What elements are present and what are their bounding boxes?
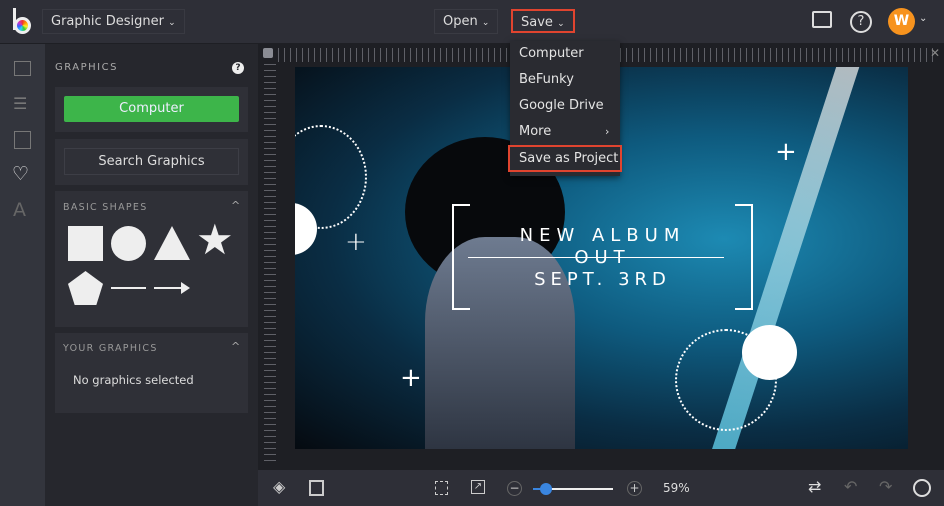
empty-message: No graphics selected [73,373,194,387]
headline-line1[interactable]: NEW ALBUM [465,225,740,246]
collapse-icon[interactable]: ^ [231,199,240,212]
image-icon[interactable] [14,61,31,76]
plus-icon: + [345,227,367,257]
undo-icon[interactable]: ↶ [844,477,857,496]
save-button[interactable]: Save ⌄ [511,9,575,33]
search-card: Search Graphics [55,139,248,185]
menu-item-computer[interactable]: Computer [519,46,584,61]
search-graphics-button[interactable]: Search Graphics [64,148,239,175]
close-icon[interactable]: ✕ [930,46,940,60]
layout-icon[interactable] [14,131,31,149]
your-graphics-section: YOUR GRAPHICS ^ No graphics selected [55,333,248,413]
arrow-head [181,282,190,294]
open-button[interactable]: Open ⌄ [434,9,499,34]
avatar[interactable]: W [888,8,915,35]
comments-icon[interactable] [812,11,832,28]
square-shape[interactable] [68,226,103,261]
menu-item-google-drive[interactable]: Google Drive [519,98,604,113]
plus-icon: + [400,363,422,393]
chevron-right-icon: › [605,125,610,138]
triangle-shape[interactable] [154,226,190,260]
expand-icon[interactable]: ↗ [471,480,485,494]
pentagon-shape[interactable] [68,271,103,305]
mode-dropdown[interactable]: Graphic Designer ⌄ [42,9,185,34]
section-title: YOUR GRAPHICS [63,343,158,354]
section-title: BASIC SHAPES [63,202,148,213]
befunky-logo[interactable] [12,8,34,34]
swap-icon[interactable]: ⇄ [808,477,821,496]
redo-icon[interactable]: ↷ [879,477,892,496]
chevron-down-icon: ⌄ [557,19,565,29]
menu-item-save-as-project[interactable]: Save as Project [508,145,622,172]
star-shape[interactable]: ★ [196,219,234,261]
menu-item-label: Save as Project [519,151,619,166]
tool-rail: ☰ ♡ A [0,44,45,506]
fit-screen-icon[interactable] [435,481,448,495]
help-icon[interactable]: ? [232,62,244,74]
computer-upload-button[interactable]: Computer [64,96,239,122]
bottom-toolbar: ◈ ↗ − + 59% ⇄ ↶ ↷ [258,470,944,506]
zoom-in-button[interactable]: + [627,481,642,496]
open-label: Open [443,14,478,29]
template-icon[interactable] [309,480,324,496]
arrow-shape[interactable] [154,287,184,289]
panel-title: GRAPHICS [55,62,118,73]
help-icon[interactable]: ? [850,11,872,33]
basic-shapes-section: BASIC SHAPES ^ ★ [55,191,248,327]
mode-label: Graphic Designer [51,14,164,29]
sliders-icon[interactable]: ☰ [13,94,27,113]
text-icon[interactable]: A [13,199,26,221]
zoom-slider[interactable] [533,483,613,495]
chevron-down-icon: ⌄ [481,18,490,28]
white-circle [742,325,797,380]
save-menu: Computer BeFunky Google Drive More › Sav… [508,41,622,176]
history-icon[interactable] [913,479,931,497]
zoom-level: 59% [663,481,690,495]
chevron-down-icon[interactable]: ⌄ [919,13,927,24]
layers-icon[interactable]: ◈ [273,477,285,496]
headline-line2[interactable]: OUT [465,247,740,268]
headline-line3[interactable]: SEPT. 3RD [465,269,740,290]
menu-item-befunky[interactable]: BeFunky [519,72,574,87]
heart-icon[interactable]: ♡ [12,163,29,185]
vertical-ruler[interactable] [264,64,276,464]
line-shape[interactable] [111,287,146,289]
save-label: Save [521,15,553,30]
zoom-slider-handle[interactable] [540,483,552,495]
graphics-panel: GRAPHICS ? Computer Search Graphics BASI… [45,44,258,506]
plus-icon: + [775,137,797,167]
upload-card: Computer [55,87,248,132]
lock-icon[interactable] [263,48,273,58]
circle-shape[interactable] [111,226,146,261]
chevron-down-icon: ⌄ [168,18,176,28]
collapse-icon[interactable]: ^ [231,340,240,353]
zoom-out-button[interactable]: − [507,481,522,496]
menu-item-more[interactable]: More [519,124,551,139]
top-bar: Graphic Designer ⌄ Open ⌄ Save ⌄ ? W ⌄ [0,0,944,44]
